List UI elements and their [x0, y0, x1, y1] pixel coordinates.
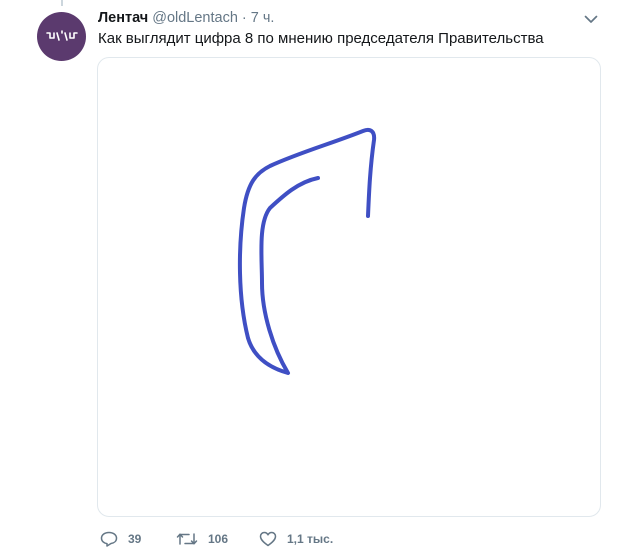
tweet-image[interactable] [97, 57, 601, 517]
like-button[interactable]: 1,1 тыс. [259, 531, 333, 547]
user-handle[interactable]: @oldLentach [152, 10, 238, 26]
chevron-down-icon [584, 15, 598, 23]
tweet-header: Лентач @oldLentach · 7 ч. [98, 8, 274, 28]
heart-icon [259, 531, 277, 547]
thread-connector-line [61, 0, 63, 6]
retweet-button[interactable]: 106 [176, 531, 228, 547]
reply-count: 39 [128, 532, 142, 546]
avatar[interactable] [37, 12, 86, 61]
display-name[interactable]: Лентач [98, 10, 148, 26]
retweet-icon [176, 533, 198, 545]
reply-button[interactable]: 39 [100, 531, 141, 547]
tweet-timestamp[interactable]: 7 ч. [251, 10, 275, 26]
hand-drawn-stroke [237, 127, 377, 375]
reply-icon [100, 531, 118, 547]
tweet-menu-button[interactable] [582, 12, 600, 26]
header-separator: · [241, 10, 247, 26]
retweet-count: 106 [208, 532, 229, 546]
like-count: 1,1 тыс. [287, 532, 334, 546]
tweet-text: Как выглядит цифра 8 по мнению председат… [98, 30, 544, 47]
lentach-logo-icon [45, 29, 78, 41]
